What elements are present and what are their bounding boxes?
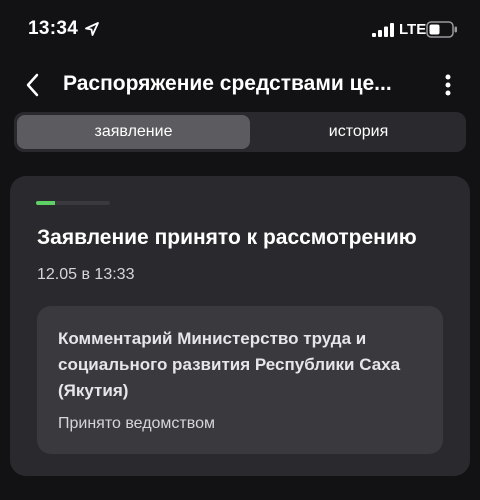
status-date: 12.05 в 13:33 — [37, 266, 135, 283]
more-options-button[interactable] — [440, 70, 456, 100]
page-title: Распоряжение средствами це... — [63, 72, 392, 95]
status-card: Заявление принято к рассмотрению 12.05 в… — [10, 176, 470, 476]
cellular-signal-icon — [372, 23, 394, 37]
comment-text: Принято ведомством — [58, 415, 215, 432]
back-button[interactable] — [18, 70, 48, 100]
comment-box: Комментарий Министерство труда и социаль… — [37, 306, 443, 454]
segmented-control: заявление история — [14, 112, 466, 152]
comment-title: Комментарий Министерство труда и социаль… — [58, 329, 401, 400]
status-progress-fill — [36, 201, 55, 205]
status-bar: 13:34 LTE — [0, 0, 480, 60]
tab-history[interactable]: история — [254, 115, 463, 149]
tab-application[interactable]: заявление — [17, 115, 250, 149]
chevron-left-icon — [26, 73, 39, 97]
more-vertical-icon — [445, 74, 451, 96]
battery-icon — [426, 21, 457, 38]
network-type-label: LTE — [399, 21, 427, 38]
status-time: 13:34 — [28, 18, 79, 39]
status-title: Заявление принято к рассмотрению — [37, 226, 417, 249]
location-arrow-icon — [85, 22, 99, 36]
status-progress-bar — [36, 201, 110, 205]
